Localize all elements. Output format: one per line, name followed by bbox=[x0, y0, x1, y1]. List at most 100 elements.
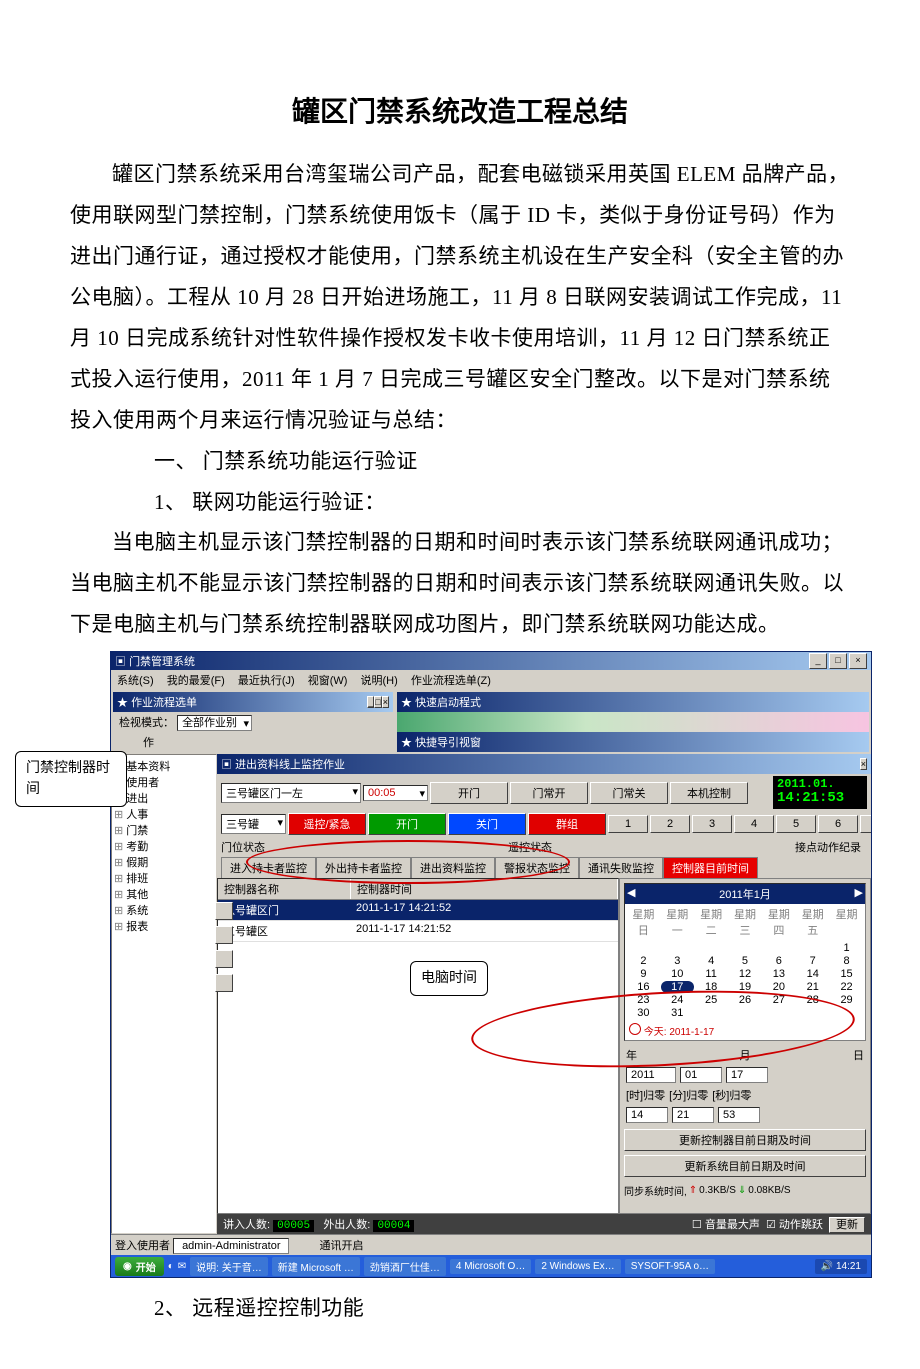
calendar-day[interactable]: 18 bbox=[695, 981, 728, 993]
maximize-button[interactable]: □ bbox=[829, 653, 847, 669]
tab-alarm[interactable]: 警报状态监控 bbox=[495, 857, 579, 878]
prev-month-button[interactable]: ◀ bbox=[627, 886, 635, 902]
update-sys-time-button[interactable]: 更新系统目前日期及时间 bbox=[624, 1155, 866, 1177]
controller-table[interactable]: 控制器名称 控制器时间 八号罐区门 2011-1-17 14:21:52 三号罐… bbox=[217, 878, 619, 1214]
calendar-day[interactable]: 20 bbox=[762, 981, 795, 993]
tree-node[interactable]: 使用者 bbox=[114, 775, 214, 791]
calendar-day[interactable]: 14 bbox=[796, 968, 829, 980]
monitor-close-button[interactable]: × bbox=[860, 758, 867, 770]
calendar-day[interactable]: 29 bbox=[830, 994, 863, 1006]
calendar-day[interactable]: 10 bbox=[661, 968, 694, 980]
year-input[interactable]: 2011 bbox=[626, 1067, 676, 1083]
calendar-day[interactable]: 28 bbox=[796, 994, 829, 1006]
open-door-button[interactable]: 开门 bbox=[430, 782, 508, 804]
tree-node[interactable]: 假期 bbox=[114, 855, 214, 871]
close-latch-button[interactable]: 关门 bbox=[448, 813, 526, 835]
task-button[interactable]: SYSOFT-95A o… bbox=[625, 1259, 715, 1274]
day-input[interactable]: 17 bbox=[726, 1067, 768, 1083]
panel-max-button[interactable]: □ bbox=[374, 696, 381, 708]
calendar-day[interactable]: 23 bbox=[627, 994, 660, 1006]
tree-node[interactable]: 人事 bbox=[114, 807, 214, 823]
animation-check[interactable]: 动作跳跃 bbox=[779, 1219, 823, 1231]
tree-node[interactable]: 门禁 bbox=[114, 823, 214, 839]
tool-button[interactable] bbox=[215, 926, 233, 944]
task-button[interactable]: 4 Microsoft O… bbox=[450, 1259, 531, 1274]
start-button[interactable]: ◉ 开始 bbox=[115, 1257, 164, 1276]
calendar-day[interactable]: 19 bbox=[729, 981, 762, 993]
nav-tree[interactable]: 基本资料 使用者 进出 人事 门禁 考勤 假期 排班 其他 系统 报表 bbox=[111, 754, 217, 1234]
local-control-button[interactable]: 本机控制 bbox=[670, 782, 748, 804]
panel-close-button[interactable]: × bbox=[382, 696, 389, 708]
door-always-open-button[interactable]: 门常开 bbox=[510, 782, 588, 804]
calendar-day[interactable]: 26 bbox=[729, 994, 762, 1006]
calendar-day[interactable] bbox=[762, 942, 795, 954]
calendar-day[interactable]: 4 bbox=[695, 955, 728, 967]
hour-reset-button[interactable]: [时]归零 bbox=[626, 1087, 665, 1103]
door-always-close-button[interactable]: 门常关 bbox=[590, 782, 668, 804]
calendar-day[interactable]: 8 bbox=[830, 955, 863, 967]
menu-window[interactable]: 视窗(W) bbox=[308, 675, 348, 687]
tab-ctrl-time[interactable]: 控制器目前时间 bbox=[663, 857, 758, 878]
task-button[interactable]: 新建 Microsoft … bbox=[272, 1257, 360, 1276]
minimize-button[interactable]: _ bbox=[809, 653, 827, 669]
calendar-day[interactable]: 27 bbox=[762, 994, 795, 1006]
calendar-day[interactable]: 24 bbox=[661, 994, 694, 1006]
calendar-day[interactable]: 30 bbox=[627, 1007, 660, 1019]
tree-node[interactable]: 考勤 bbox=[114, 839, 214, 855]
tree-node[interactable]: 排班 bbox=[114, 871, 214, 887]
num-button-7[interactable]: 7 bbox=[860, 815, 871, 833]
num-button-5[interactable]: 5 bbox=[776, 815, 816, 833]
alarm-button[interactable]: 遥控/紧急 bbox=[288, 813, 366, 835]
calendar-day[interactable]: 1 bbox=[830, 942, 863, 954]
task-button[interactable]: 劲销酒厂仕佳… bbox=[364, 1257, 446, 1276]
quicklaunch-icon[interactable]: ✉ bbox=[178, 1261, 186, 1272]
calendar-day[interactable] bbox=[796, 1007, 829, 1019]
tool-button[interactable] bbox=[215, 902, 233, 920]
calendar-day[interactable]: 11 bbox=[695, 968, 728, 980]
calendar-day[interactable] bbox=[695, 1007, 728, 1019]
calendar-day[interactable]: 5 bbox=[729, 955, 762, 967]
group-button[interactable]: 群组 bbox=[528, 813, 606, 835]
calendar-day[interactable] bbox=[661, 942, 694, 954]
door-select[interactable]: 三号罐区门一左 bbox=[221, 783, 361, 803]
sec-input[interactable]: 53 bbox=[718, 1107, 760, 1123]
calendar-grid[interactable]: 1234567891011121314151617181920212223242… bbox=[625, 940, 865, 1021]
refresh-button[interactable]: 更新 bbox=[829, 1217, 865, 1233]
calendar-day[interactable] bbox=[729, 1007, 762, 1019]
volume-check[interactable]: 音量最大声 bbox=[705, 1219, 760, 1231]
num-button-3[interactable]: 3 bbox=[692, 815, 732, 833]
task-button[interactable]: 2 Windows Ex… bbox=[535, 1259, 620, 1274]
calendar-day[interactable] bbox=[627, 942, 660, 954]
menu-favorites[interactable]: 我的最爱(F) bbox=[167, 675, 225, 687]
menu-help[interactable]: 说明(H) bbox=[361, 675, 398, 687]
view-mode-select[interactable]: 全部作业别 bbox=[177, 715, 252, 731]
menu-system[interactable]: 系统(S) bbox=[117, 675, 154, 687]
num-button-1[interactable]: 1 bbox=[608, 815, 648, 833]
num-button-6[interactable]: 6 bbox=[818, 815, 858, 833]
tree-node[interactable]: 其他 bbox=[114, 887, 214, 903]
update-ctrl-time-button[interactable]: 更新控制器目前日期及时间 bbox=[624, 1129, 866, 1151]
tool-button[interactable] bbox=[215, 974, 233, 992]
quicklaunch-icon[interactable]: ◐ bbox=[168, 1261, 174, 1272]
min-reset-button[interactable]: [分]归零 bbox=[669, 1087, 708, 1103]
table-row[interactable]: 八号罐区门 2011-1-17 14:21:52 bbox=[218, 900, 618, 921]
calendar-day[interactable]: 9 bbox=[627, 968, 660, 980]
sec-reset-button[interactable]: [秒]归零 bbox=[712, 1087, 751, 1103]
calendar-day[interactable]: 15 bbox=[830, 968, 863, 980]
calendar-day[interactable]: 17 bbox=[661, 981, 694, 993]
calendar-day[interactable] bbox=[695, 942, 728, 954]
tab-exit[interactable]: 外出持卡者监控 bbox=[316, 857, 411, 878]
num-button-4[interactable]: 4 bbox=[734, 815, 774, 833]
system-tray[interactable]: 🔊 14:21 bbox=[815, 1259, 867, 1274]
calendar-day[interactable]: 6 bbox=[762, 955, 795, 967]
min-input[interactable]: 21 bbox=[672, 1107, 714, 1123]
next-month-button[interactable]: ▶ bbox=[855, 886, 863, 902]
tree-root[interactable]: 基本资料 bbox=[114, 759, 214, 775]
tree-node[interactable]: 报表 bbox=[114, 919, 214, 935]
time-field[interactable]: 00:05 bbox=[363, 785, 428, 801]
calendar-day[interactable]: 2 bbox=[627, 955, 660, 967]
hour-input[interactable]: 14 bbox=[626, 1107, 668, 1123]
menu-workflow[interactable]: 作业流程选单(Z) bbox=[411, 675, 491, 687]
calendar-day[interactable]: 16 bbox=[627, 981, 660, 993]
calendar-day[interactable]: 12 bbox=[729, 968, 762, 980]
